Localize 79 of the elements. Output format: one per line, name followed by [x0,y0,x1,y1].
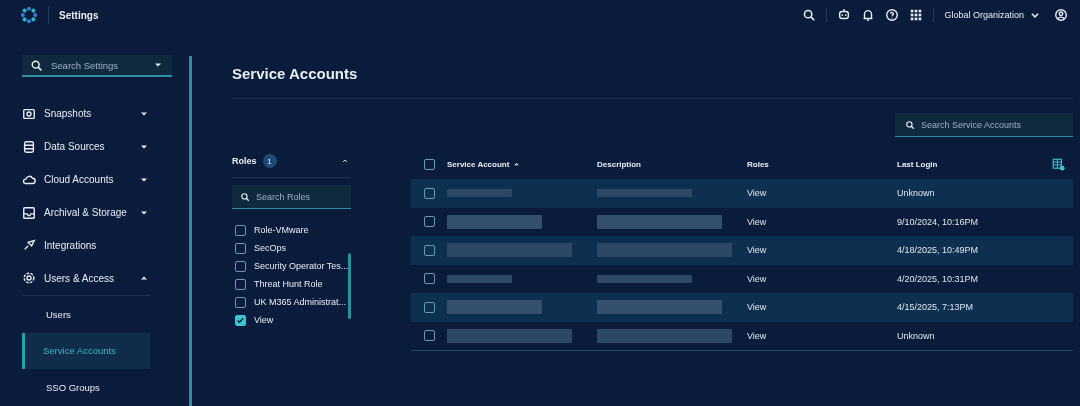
column-header[interactable]: Description [597,159,747,169]
search-input[interactable]: Search Roles [256,191,343,202]
row-checkbox[interactable] [423,301,435,313]
table-row[interactable]: View 4/15/2025, 7:13PM [411,293,1073,322]
checkbox-label: UK M365 Administrat... [254,297,347,307]
table-cell-text: Unknown [897,188,936,199]
search-field[interactable]: Search Roles [232,185,351,209]
user-avatar-icon[interactable] [1054,8,1068,22]
table-row[interactable]: View 9/10/2024, 10:16PM [411,207,1073,236]
search-input[interactable]: Search Settings [51,59,144,71]
checkbox[interactable] [235,314,246,326]
checkbox[interactable] [235,260,246,272]
column-settings-icon[interactable] [1051,157,1065,171]
checkbox-label: View [254,315,274,325]
table-cell-text: View [747,188,768,199]
nav-item[interactable]: Integrations [22,228,172,262]
nav-item[interactable]: Cloud Accounts [22,163,172,197]
search-icon [30,58,43,72]
filter-label: Roles [232,156,257,166]
help-icon[interactable] [885,8,900,22]
search-icon [240,191,250,202]
check-icon [236,315,245,325]
checkbox-label: Security Operator Tes... [254,261,349,271]
inbox-icon [22,205,36,220]
gear-icon [22,271,36,286]
table-cell-text: 4/20/2025, 10:31PM [897,273,980,284]
checkbox-label: Threat Hunt Role [254,279,323,289]
scrollbar-thumb[interactable] [348,253,351,319]
row-checkbox[interactable] [423,244,435,256]
row-checkbox[interactable] [423,216,435,228]
table-row[interactable]: View 4/20/2025, 10:31PM [411,264,1073,293]
table-cell-text: View [747,273,768,284]
count-badge: 1 [262,154,277,168]
checkbox-label: SecOps [254,243,286,253]
nav-item[interactable]: Data Sources [22,130,172,164]
row-checkbox[interactable] [423,330,435,342]
table-row[interactable]: View 4/18/2025, 10:49PM [411,236,1073,265]
nav-item[interactable]: Snapshots [22,97,172,131]
robot-icon[interactable] [837,8,852,22]
table-cell-text: Unknown [897,330,936,341]
database-icon [22,139,36,154]
apps-grid-icon[interactable] [909,8,924,22]
checkbox[interactable] [235,242,246,254]
nav-subitem[interactable]: SSO Groups [22,369,150,406]
select-all-checkbox[interactable] [423,158,435,170]
caret-up-icon[interactable] [341,157,349,165]
row-checkbox[interactable] [423,187,435,199]
table-cell-text: View [747,330,768,341]
nav-item[interactable]: Users & Access [22,261,172,295]
logo-icon [20,6,38,24]
nav-subitem[interactable]: Users [22,295,150,333]
table-cell-text: View [747,245,768,256]
search-field[interactable]: Search Settings [22,55,172,78]
checkbox[interactable] [235,224,246,236]
table-cell-text: 4/15/2025, 7:13PM [897,302,975,313]
chevron-down-icon [1030,10,1040,20]
camera-icon [22,106,36,121]
checkbox-label: Role-VMware [254,225,309,235]
column-header[interactable]: Roles [747,159,897,169]
column-header[interactable]: Service Account [447,159,597,169]
checkbox[interactable] [235,278,246,290]
organization-dropdown[interactable]: Global Organization [944,10,1040,20]
table-row[interactable]: View Unknown [411,321,1073,350]
table-cell-text: View [747,216,768,227]
column-header[interactable]: Last Login [897,159,1043,169]
page-title: Service Accounts [232,65,359,84]
nav-subitem[interactable]: Service Accounts [22,332,150,370]
search-input[interactable]: Search Service Accounts [921,119,1063,130]
row-checkbox[interactable] [423,273,435,285]
table-cell-text: 9/10/2024, 10:16PM [897,216,980,227]
app-title: Settings [59,9,99,21]
table-cell-text: View [747,302,768,313]
table-row[interactable]: View Unknown [411,179,1073,208]
nav-item[interactable]: Archival & Storage [22,196,172,229]
search-icon[interactable] [802,8,817,22]
search-icon [905,119,915,130]
table-cell-text: 4/18/2025, 10:49PM [897,245,980,256]
search-field[interactable]: Search Service Accounts [895,113,1073,137]
checkbox[interactable] [235,296,246,308]
